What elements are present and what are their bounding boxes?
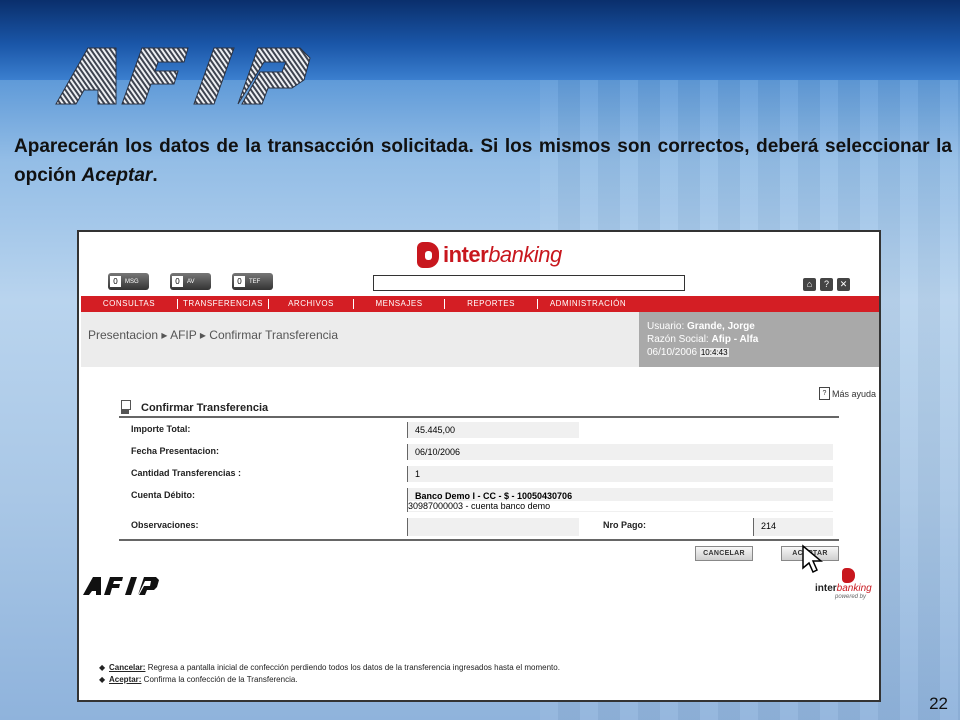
bullet-icon: ◆ [99,663,106,672]
usuario-label: Usuario: [647,321,685,332]
interbanking-small-mark-icon [842,568,855,583]
afip-logo [55,47,311,105]
interbanking-logo: interbanking [417,240,562,270]
cantidad-label: Cantidad Transferencias : [131,468,242,478]
list-item: ◆ Aceptar: Confirma la confección de la … [99,674,560,686]
menu-consultas[interactable]: CONSULTAS [81,299,178,309]
cuenta-line1: Banco Demo I - CC - $ - 10050430706 [415,491,573,501]
description-end: . [152,165,158,186]
help-document-icon: ? [819,387,830,400]
chevron-right-icon: ▸ [161,328,168,342]
powered-brand-bold: inter [815,583,837,594]
note-term: Cancelar: [109,663,146,672]
cuenta-value: Banco Demo I - CC - $ - 10050430706 3098… [407,488,833,512]
cuenta-label: Cuenta Débito: [131,490,195,500]
importe-value: 45.445,00 [407,422,579,438]
page-number: 22 [929,694,948,713]
av-count: 0 [172,276,183,287]
home-icon[interactable]: ⌂ [803,278,816,291]
cuenta-line2: 30987000003 - cuenta banco demo [408,501,833,511]
av-button[interactable]: 0 AV [170,273,211,290]
interbanking-mark-icon [417,242,439,268]
interbanking-small-wordmark: interbanking [815,583,879,594]
interbanking-wordmark: interbanking [443,242,562,268]
note-term: Aceptar: [109,675,142,684]
interbanking-screenshot: interbanking 0 MSG 0 AV 0 TEF ⌂ ? ✕ CONS… [77,230,881,702]
session-time: 10:4:43 [699,348,729,357]
av-label: AV [187,278,195,285]
breadcrumb-current: Confirmar Transferencia [209,328,338,342]
afip-footer-logo [83,577,159,595]
nro-pago-label: Nro Pago: [603,520,647,530]
description-emphasis: Aceptar [81,165,153,186]
tef-button[interactable]: 0 TEF [232,273,273,290]
help-link-label: Más ayuda [832,388,877,399]
nro-pago-value: 214 [753,518,833,536]
help-icon[interactable]: ? [820,278,833,291]
msg-count: 0 [110,276,121,287]
main-menu: CONSULTAS TRANSFERENCIAS ARCHIVOS MENSAJ… [81,296,879,312]
razon-social-value: Afip - Alfa [711,334,759,345]
brand-italic: banking [488,242,562,267]
razon-social-label: Razón Social: [647,334,709,345]
help-link[interactable]: ? Más ayuda [819,387,876,400]
chevron-right-icon: ▸ [199,328,206,342]
powered-brand-italic: banking [836,583,872,594]
breadcrumb-item[interactable]: Presentacion [88,328,158,342]
menu-mensajes[interactable]: MENSAJES [354,299,445,309]
bullet-icon: ◆ [99,675,106,684]
fecha-value: 06/10/2006 [407,444,833,460]
breadcrumb: Presentacion ▸ AFIP ▸ Confirmar Transfer… [88,328,338,342]
note-text: Confirma la confección de la Transferenc… [141,675,298,684]
breadcrumb-row: Presentacion ▸ AFIP ▸ Confirmar Transfer… [81,312,879,367]
interbanking-powered-logo: interbanking powered by [815,568,879,600]
window-icon-base [121,409,129,414]
cantidad-value: 1 [407,466,833,482]
slide-description: Aparecerán los datos de la transacción s… [14,132,952,190]
observaciones-label: Observaciones: [131,520,199,530]
tef-count: 0 [234,276,245,287]
notes-list: ◆ Cancelar: Regresa a pantalla inicial d… [99,662,560,686]
close-icon[interactable]: ✕ [837,278,850,291]
user-info-panel: Usuario: Grande, Jorge Razón Social: Afi… [639,312,879,367]
menu-administracion[interactable]: ADMINISTRACIÓN [538,299,638,309]
search-input[interactable] [373,275,685,291]
tef-label: TEF [249,278,261,285]
menu-transferencias[interactable]: TRANSFERENCIAS [178,299,269,309]
powered-by-label: powered by [835,594,867,600]
form-title-bar: Confirmar Transferencia [119,400,839,418]
observaciones-value [407,518,579,536]
cancel-button[interactable]: CANCELAR [695,546,753,561]
menu-archivos[interactable]: ARCHIVOS [269,299,354,309]
form-bottom-divider [119,539,839,541]
form-title: Confirmar Transferencia [141,402,269,414]
msg-label: MSG [125,278,139,285]
msg-button[interactable]: 0 MSG [108,273,149,290]
brand-bold: inter [443,242,489,267]
menu-reportes[interactable]: REPORTES [445,299,538,309]
session-date: 06/10/2006 [647,347,698,358]
list-item: ◆ Cancelar: Regresa a pantalla inicial d… [99,662,560,674]
breadcrumb-item[interactable]: AFIP [170,328,196,342]
note-text: Regresa a pantalla inicial de confección… [145,663,560,672]
importe-label: Importe Total: [131,424,191,434]
fecha-label: Fecha Presentacion: [131,446,220,456]
usuario-value: Grande, Jorge [687,321,755,332]
